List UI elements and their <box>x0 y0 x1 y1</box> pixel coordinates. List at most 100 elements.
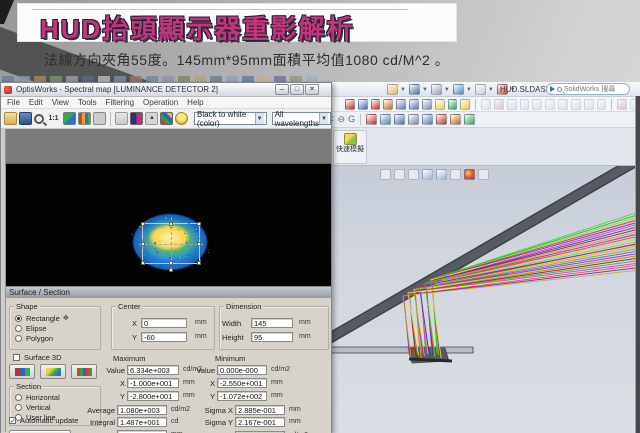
pattern-icon[interactable] <box>558 99 568 110</box>
mirror2-icon[interactable] <box>617 99 627 110</box>
surface3d-checkbox[interactable] <box>13 354 20 361</box>
grid5-icon[interactable] <box>450 114 461 125</box>
color-grid-button[interactable] <box>71 364 97 379</box>
paste-icon[interactable] <box>481 99 491 110</box>
shield2-icon[interactable] <box>464 114 475 125</box>
open-icon[interactable] <box>4 112 17 125</box>
spectrum-icon[interactable] <box>130 112 143 125</box>
open-icon[interactable] <box>387 84 398 95</box>
selection-handle[interactable] <box>169 222 173 226</box>
print-icon[interactable] <box>431 84 442 95</box>
view-orientation-icon[interactable] <box>422 169 433 180</box>
zoom-fit-icon[interactable] <box>394 169 405 180</box>
shape-radio-0[interactable] <box>15 315 22 322</box>
clipboard-icon[interactable] <box>115 112 128 125</box>
menu-operation[interactable]: Operation <box>143 98 178 107</box>
colormap-select[interactable]: Black to white (color)▼ <box>194 112 267 125</box>
selection-handle[interactable] <box>169 261 173 265</box>
palette-table-icon[interactable] <box>160 112 173 125</box>
value-field[interactable]: 2.167e-001 <box>235 417 285 427</box>
section-radio-1[interactable] <box>15 404 22 411</box>
bom-icon[interactable] <box>597 99 607 110</box>
rotate-icon[interactable] <box>545 99 555 110</box>
histogram-icon[interactable] <box>78 112 91 125</box>
menu-tools[interactable]: Tools <box>78 98 97 107</box>
dimension-icon[interactable] <box>507 99 517 110</box>
close-button[interactable]: ✕ <box>305 84 319 95</box>
source-icon[interactable] <box>345 99 355 110</box>
help-icon[interactable] <box>460 99 470 110</box>
mate-icon[interactable] <box>494 99 504 110</box>
selection-handle[interactable] <box>141 242 145 246</box>
value-field[interactable]: 1.080e+003 <box>117 405 167 415</box>
menu-view[interactable]: View <box>52 98 69 107</box>
cie-diagram-button[interactable] <box>40 364 66 379</box>
zoom-icon[interactable] <box>34 114 44 124</box>
menu-edit[interactable]: Edit <box>29 98 43 107</box>
selection-handle[interactable] <box>141 261 145 265</box>
undo-icon[interactable] <box>453 84 464 95</box>
value-field[interactable]: 145 <box>251 318 293 328</box>
wavelength-select[interactable]: All wavelengths▼ <box>272 112 331 125</box>
zoom2-icon[interactable] <box>436 114 447 125</box>
light-icon[interactable] <box>175 112 188 125</box>
exploded-icon[interactable] <box>584 99 594 110</box>
matrix-icon[interactable] <box>422 114 433 125</box>
simulation-icon[interactable] <box>371 99 381 110</box>
menu-help[interactable]: Help <box>187 98 203 107</box>
results-map-icon[interactable] <box>383 99 393 110</box>
selection-handle[interactable] <box>197 222 201 226</box>
grid4-icon[interactable] <box>408 114 419 125</box>
value-field[interactable]: -1.000e+001 <box>127 378 179 388</box>
shield-icon[interactable] <box>448 99 458 110</box>
sensor2-icon[interactable] <box>366 114 377 125</box>
selection-handle[interactable] <box>169 268 173 272</box>
menu-file[interactable]: File <box>7 98 20 107</box>
slider-icon[interactable] <box>145 112 158 125</box>
traffic-light-icon[interactable] <box>435 99 445 110</box>
zoom-window-icon[interactable] <box>380 169 391 180</box>
graphics-area[interactable] <box>325 166 640 433</box>
annotate-icon[interactable] <box>394 114 405 125</box>
save-icon[interactable] <box>19 112 32 125</box>
section-view-icon[interactable] <box>408 169 419 180</box>
quick-simulation-button[interactable]: 快速模擬 <box>333 130 367 164</box>
shape-radio-2[interactable] <box>15 335 22 342</box>
grid3-icon[interactable] <box>422 99 432 110</box>
equation-icon[interactable] <box>520 99 530 110</box>
section-radio-0[interactable] <box>15 394 22 401</box>
value-field[interactable]: -60 <box>141 332 187 342</box>
actual-size-icon[interactable]: 1:1 <box>46 112 61 125</box>
selection-handle[interactable] <box>141 222 145 226</box>
value-field[interactable]: 1.487e+001 <box>117 417 167 427</box>
value-field[interactable]: 0 <box>141 318 187 328</box>
move-icon[interactable] <box>532 99 542 110</box>
palette-button[interactable] <box>9 364 35 379</box>
value-field[interactable]: -2.800e+001 <box>127 391 179 401</box>
spectral-map-view[interactable] <box>1 129 331 286</box>
pan-icon[interactable]: G <box>348 114 355 125</box>
maximize-button[interactable]: □ <box>290 84 304 95</box>
selection-handle[interactable] <box>197 261 201 265</box>
realview-icon[interactable] <box>464 169 475 180</box>
value-field[interactable]: 2.885e-001 <box>235 405 285 415</box>
value-field[interactable]: 95 <box>251 332 293 342</box>
value-field[interactable]: -1.072e+002 <box>217 391 267 401</box>
sensor-icon[interactable] <box>358 99 368 110</box>
measure-icon[interactable] <box>93 112 106 125</box>
menu-filtering[interactable]: Filtering <box>106 98 134 107</box>
solidworks-search-box[interactable]: SolidWorks 搜尋 <box>546 83 630 95</box>
zoom-out-icon[interactable]: ⊖ <box>338 114 346 125</box>
grid2-icon[interactable] <box>409 99 419 110</box>
mirror-icon[interactable] <box>571 99 581 110</box>
value-field[interactable]: -2.550e+001 <box>217 378 267 388</box>
value-field[interactable]: 0.000e-000 <box>217 365 267 375</box>
selection-rectangle[interactable] <box>142 223 200 264</box>
hide-items-icon[interactable] <box>450 169 461 180</box>
sketch-icon[interactable] <box>380 114 391 125</box>
shape-radio-1[interactable] <box>15 325 22 332</box>
optisworks-titlebar[interactable]: OptisWorks - Spectral map [LUMINANCE DET… <box>1 83 331 97</box>
render-icon[interactable] <box>63 112 76 125</box>
grid-icon[interactable] <box>396 99 406 110</box>
minimize-button[interactable]: – <box>275 84 289 95</box>
